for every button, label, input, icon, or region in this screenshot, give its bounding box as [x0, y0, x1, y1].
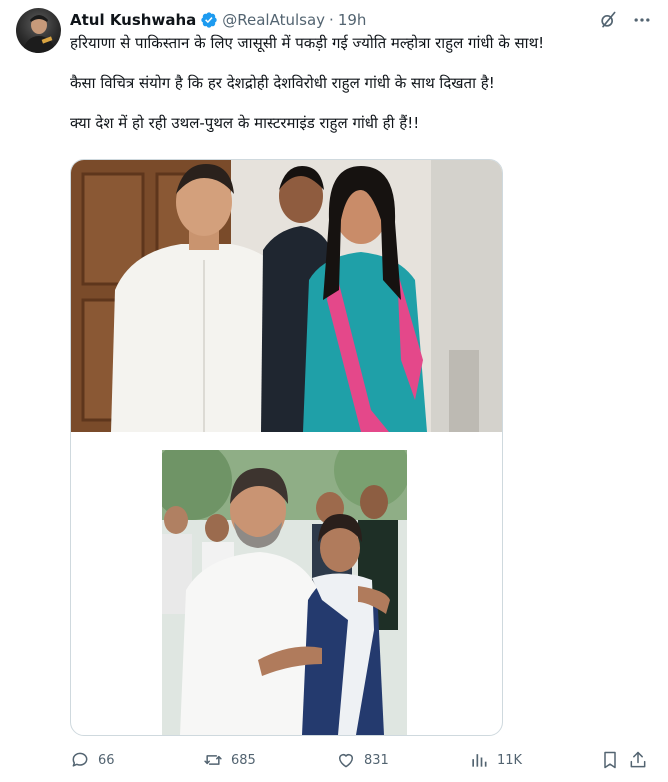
reply-count: 66 [98, 752, 115, 768]
tweet-paragraph: कैसा विचित्र संयोग है कि हर देशद्रोही दे… [70, 74, 495, 92]
media-photo-1[interactable] [71, 160, 502, 432]
retweet-icon [204, 755, 222, 765]
share-button[interactable] [628, 746, 656, 774]
retweet-button[interactable]: 685 [203, 746, 256, 774]
bookmark-icon [604, 751, 616, 769]
verified-badge-icon [200, 11, 218, 29]
like-button[interactable]: 831 [336, 746, 389, 774]
reply-icon [72, 752, 88, 767]
tweet-paragraph: हरियाणा से पाकिस्तान के लिए जासूसी में प… [70, 34, 545, 52]
separator-dot: · [329, 11, 334, 29]
like-count: 831 [364, 752, 389, 768]
views-button[interactable]: 11K [469, 746, 522, 774]
share-icon [630, 751, 646, 768]
tweet-text: हरियाणा से पाकिस्तान के लिए जासूसी में प… [70, 32, 645, 152]
author-name[interactable]: Atul Kushwaha [70, 11, 196, 29]
tweet-media[interactable] [70, 159, 503, 736]
author-avatar[interactable] [16, 8, 61, 53]
media-photo-2[interactable] [162, 450, 407, 735]
tweet-header: Atul Kushwaha @RealAtulsay · 19h [70, 9, 652, 31]
more-icon[interactable] [632, 10, 652, 30]
tweet-timestamp[interactable]: 19h [338, 11, 367, 29]
tweet-paragraph: क्या देश में हो रही उथल-पुथल के मास्टरमा… [70, 114, 420, 132]
reply-button[interactable]: 66 [70, 746, 115, 774]
grok-icon[interactable] [598, 10, 618, 30]
tweet-actions: 66 685 831 11K [70, 746, 646, 774]
views-icon [472, 754, 487, 767]
bookmark-button[interactable] [600, 746, 628, 774]
retweet-count: 685 [231, 752, 256, 768]
views-count: 11K [497, 752, 523, 768]
author-handle[interactable]: @RealAtulsay [222, 11, 325, 29]
like-icon [339, 754, 353, 768]
